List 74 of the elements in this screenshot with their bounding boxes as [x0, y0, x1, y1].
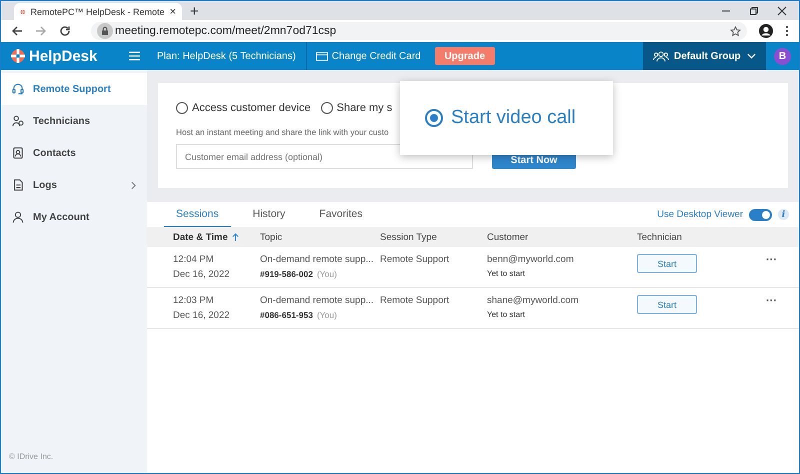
sidebar-item[interactable]: Remote Support [1, 73, 147, 105]
column-header[interactable]: Technician [637, 232, 682, 242]
document-icon [12, 179, 24, 191]
table-cell-text: 12:04 PM [173, 254, 215, 265]
table-cell-text: Dec 16, 2022 [173, 269, 231, 280]
url-text: meeting.remotepc.com/meet/2mn7od71csp [115, 25, 338, 37]
sidebar-item[interactable]: My Account [1, 201, 147, 233]
profile-icon[interactable] [759, 24, 773, 38]
menu-icon[interactable] [785, 25, 789, 37]
table-cell-text: On-demand remote supp... [260, 254, 375, 265]
close-tab-button[interactable]: × [170, 6, 176, 18]
group-icon [653, 50, 669, 62]
people-icon [12, 115, 24, 127]
star-icon[interactable] [730, 26, 741, 36]
radio-button[interactable] [425, 109, 443, 127]
table-cell-text: Dec 16, 2022 [173, 310, 231, 321]
browser-tab[interactable]: RemotePC™ HelpDesk - Remote × [14, 3, 182, 20]
restore-icon[interactable] [749, 6, 759, 16]
column-header[interactable]: Session Type [380, 232, 437, 242]
new-tab-button[interactable]: + [190, 3, 199, 20]
start-button[interactable]: Start [637, 295, 697, 314]
address-bar[interactable]: meeting.remotepc.com/meet/2mn7od71csp [91, 22, 747, 40]
contact-card-icon [12, 147, 24, 159]
tab[interactable]: History [240, 202, 298, 228]
owner-label: (You) [316, 269, 337, 279]
logo-text: HelpDesk [29, 48, 98, 64]
instruction-text: Host an instant meeting and share the link with your custo [176, 127, 390, 137]
reload-icon[interactable] [59, 25, 71, 37]
lifebuoy-icon [20, 6, 26, 16]
group-selector[interactable]: Default Group [643, 42, 766, 70]
desktop-viewer-label: Use Desktop Viewer [657, 209, 743, 220]
table-cell-text: benn@myworld.com [487, 254, 575, 265]
session-id: #086-651-953 [260, 310, 313, 320]
copyright-text: © IDrive Inc. [8, 452, 54, 463]
radio-option[interactable]: Start video call [425, 107, 576, 129]
sort-arrow-icon[interactable] [232, 232, 239, 242]
plan-label: Plan: HelpDesk (5 Technicians) [157, 50, 296, 62]
table-cell-text: 12:03 PM [173, 295, 215, 306]
radio-button[interactable] [176, 102, 188, 114]
owner-label: (You) [316, 310, 337, 320]
back-icon[interactable] [11, 25, 23, 37]
chevron-down-icon [747, 53, 756, 59]
close-icon[interactable] [777, 6, 787, 16]
sidebar-item[interactable]: Technicians [1, 105, 147, 137]
credit-card-icon [316, 52, 328, 60]
headset-icon [12, 83, 24, 95]
person-icon [12, 211, 24, 223]
tab[interactable]: Favorites [307, 202, 374, 228]
session-id: #919-586-002 [260, 269, 313, 279]
status-text: Yet to start [487, 310, 526, 319]
status-text: Yet to start [487, 269, 526, 278]
sidebar-item[interactable]: Contacts [1, 137, 147, 169]
lock-icon [97, 23, 113, 39]
tab-title: RemotePC™ HelpDesk - Remote [30, 6, 165, 16]
column-header[interactable]: Customer [487, 232, 528, 242]
group-name: Default Group [674, 50, 742, 62]
table-cell-text: Remote Support [380, 254, 450, 265]
radio-button[interactable] [320, 102, 333, 114]
column-header[interactable]: Topic [260, 232, 282, 242]
user-avatar[interactable]: B [774, 48, 791, 64]
lifebuoy-icon [11, 49, 25, 63]
menu-icon[interactable] [129, 51, 140, 61]
more-options-button[interactable]: ··· [766, 295, 777, 307]
table-cell-text: shane@myworld.com [487, 295, 580, 306]
table-cell-text: Remote Support [380, 295, 450, 306]
start-button[interactable]: Start [637, 254, 697, 273]
change-credit-card-link[interactable]: Change Credit Card [332, 50, 421, 62]
radio-option[interactable]: Access customer device [176, 102, 311, 114]
column-header[interactable]: Date & Time [173, 232, 228, 242]
toggle-switch[interactable] [749, 208, 772, 220]
radio-option[interactable]: Share my s [320, 102, 392, 114]
more-options-button[interactable]: ··· [766, 254, 777, 266]
sidebar-item[interactable]: Logs [1, 169, 147, 201]
table-cell-text: On-demand remote supp... [260, 295, 375, 306]
